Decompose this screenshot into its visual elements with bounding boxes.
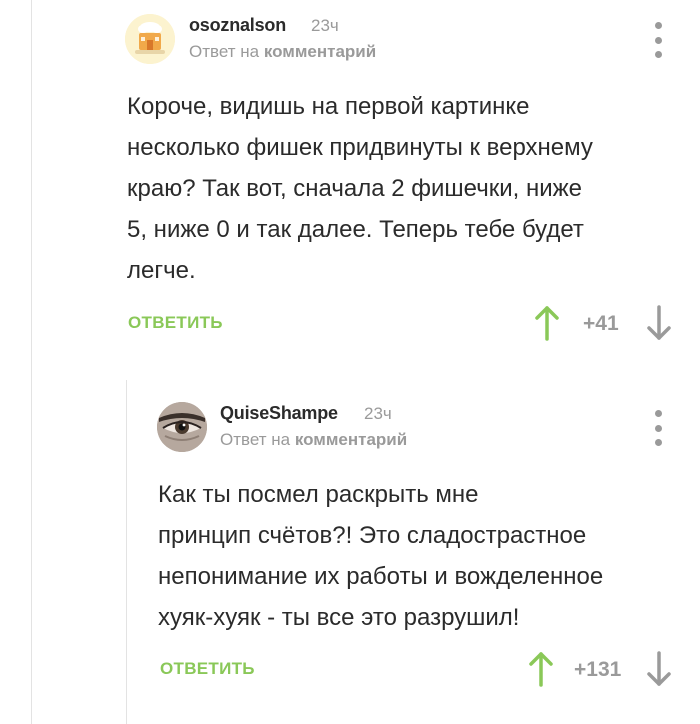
reply-target[interactable]: комментарий [295,430,407,449]
reply-target[interactable]: комментарий [264,42,376,61]
eye-icon [157,402,207,452]
reply-to-link[interactable]: Ответ на комментарий [220,430,407,450]
reply-prefix: Ответ на [189,42,260,61]
downvote-arrow-icon[interactable] [646,305,672,341]
comment-body: Как ты посмел раскрыть мне принцип счёто… [158,481,604,631]
timestamp: 23ч [311,16,339,35]
upvote-arrow-icon[interactable] [528,651,554,687]
avatar[interactable] [125,14,175,64]
more-menu-icon[interactable] [652,22,664,58]
reply-to-link[interactable]: Ответ на комментарий [189,42,376,62]
username[interactable]: osoznalson [189,15,286,36]
house-cake-icon [125,14,175,64]
timestamp: 23ч [364,404,392,423]
more-menu-icon[interactable] [652,410,664,446]
upvote-arrow-icon[interactable] [534,305,560,341]
username[interactable]: QuiseShampe [220,403,338,424]
reply-prefix: Ответ на [220,430,291,449]
reply-button[interactable]: ОТВЕТИТЬ [160,659,255,679]
downvote-arrow-icon[interactable] [646,651,672,687]
comment-1: osoznalson 23ч Ответ на комментарий Коро… [0,0,700,360]
rating: +131 [574,658,622,681]
reply-button[interactable]: ОТВЕТИТЬ [128,313,223,333]
avatar[interactable] [157,402,207,452]
comment-2: QuiseShampe 23ч Ответ на комментарий Как… [0,380,700,724]
rating: +41 [583,312,619,335]
comment-body: Короче, видишь на первой картинке нескол… [127,93,593,284]
